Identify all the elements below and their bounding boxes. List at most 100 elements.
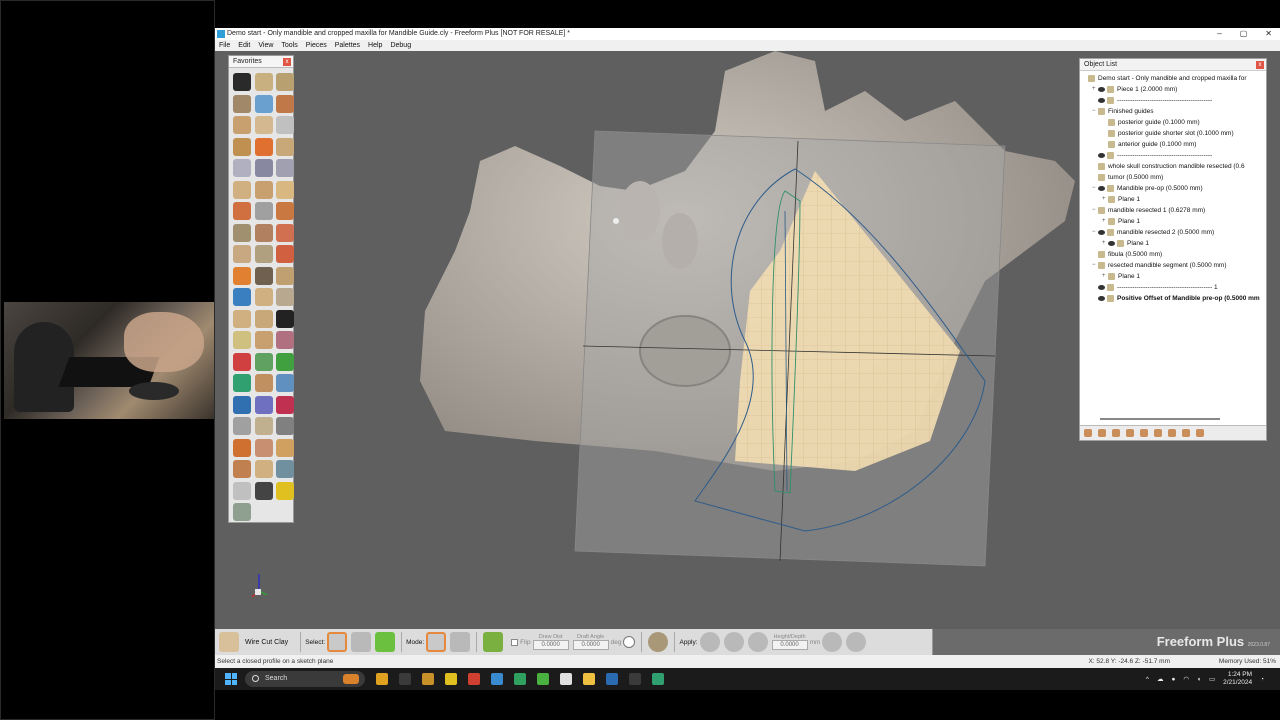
favorite-tool-icon[interactable] [276, 180, 294, 199]
menu-tools[interactable]: Tools [281, 40, 297, 51]
favorite-tool-icon[interactable] [233, 137, 251, 156]
taskbar-app-icon[interactable] [606, 673, 618, 685]
object-list-item[interactable]: + Plane 1 [1082, 271, 1266, 282]
taskbar-app-icon[interactable] [468, 673, 480, 685]
draw-dist-field[interactable]: 0.0000 [532, 640, 569, 650]
favorite-tool-icon[interactable] [276, 223, 294, 242]
favorite-tool-icon[interactable] [254, 374, 273, 392]
apply-emboss-button[interactable] [747, 632, 768, 652]
favorite-tool-icon[interactable] [276, 159, 294, 177]
favorite-tool-icon[interactable] [233, 245, 251, 263]
play-button[interactable] [623, 636, 636, 648]
ol-tool-icon[interactable] [1140, 429, 1148, 437]
taskbar-app-icon[interactable] [652, 673, 664, 685]
object-list-item[interactable]: ----------------------------------------… [1082, 95, 1266, 106]
favorite-tool-icon[interactable] [254, 223, 273, 242]
favorite-tool-icon[interactable] [254, 159, 273, 177]
favorite-tool-icon[interactable] [276, 395, 294, 414]
height-depth-field[interactable]: 0.0000 [771, 640, 808, 650]
menu-help[interactable]: Help [368, 40, 382, 51]
visibility-eye-icon[interactable] [1098, 285, 1105, 290]
favorite-tool-icon[interactable] [276, 331, 294, 349]
favorite-tool-icon[interactable] [276, 288, 294, 306]
taskbar-app-icon[interactable] [560, 673, 572, 685]
favorite-tool-icon[interactable] [233, 395, 251, 414]
minimize-button[interactable]: – [1217, 28, 1221, 40]
ol-tool-icon[interactable] [1084, 429, 1092, 437]
taskbar-clock[interactable]: 1:24 PM 2/21/2024 [1223, 671, 1252, 687]
object-list-item[interactable]: + Plane 1 [1082, 238, 1266, 249]
ol-tool-icon[interactable] [1126, 429, 1134, 437]
favorite-tool-icon[interactable] [254, 180, 273, 199]
favorite-tool-icon[interactable] [276, 245, 294, 263]
favorite-tool-icon[interactable] [254, 94, 273, 113]
apply-carve-button[interactable] [723, 632, 744, 652]
favorite-tool-icon[interactable] [276, 309, 294, 328]
object-list-item[interactable]: fibula (0.5000 mm) [1082, 249, 1266, 260]
favorite-tool-icon[interactable] [254, 266, 273, 285]
favorite-tool-icon[interactable] [233, 288, 251, 306]
object-list-item[interactable]: whole skull construction mandible resect… [1082, 161, 1266, 172]
object-list-item[interactable]: ----------------------------------------… [1082, 282, 1266, 293]
visibility-eye-icon[interactable] [1098, 87, 1105, 92]
object-list-close-button[interactable]: x [1256, 61, 1264, 69]
favorite-tool-icon[interactable] [233, 503, 251, 521]
notifications-icon[interactable]: ◔ [1260, 676, 1264, 683]
menu-palettes[interactable]: Palettes [335, 40, 360, 51]
select-profile-button[interactable] [327, 632, 348, 652]
favorite-tool-icon[interactable] [254, 352, 273, 371]
taskbar-app-icon[interactable] [514, 673, 526, 685]
favorite-tool-icon[interactable] [254, 417, 273, 435]
menu-pieces[interactable]: Pieces [306, 40, 327, 51]
favorite-tool-icon[interactable] [254, 288, 273, 306]
apply-cancel-button[interactable] [846, 632, 867, 652]
close-button[interactable]: ✕ [1265, 28, 1272, 40]
favorite-tool-icon[interactable] [254, 116, 273, 134]
favorite-tool-icon[interactable] [254, 202, 273, 220]
favorite-tool-icon[interactable] [276, 116, 294, 134]
next-arrow-button[interactable] [375, 632, 396, 652]
network-icon[interactable]: ◠ [1183, 675, 1189, 683]
favorite-tool-icon[interactable] [254, 460, 273, 478]
apply-cut-button[interactable] [699, 632, 720, 652]
chevron-up-icon[interactable]: ^ [1146, 676, 1149, 683]
favorite-tool-icon[interactable] [276, 202, 294, 220]
favorite-tool-icon[interactable] [233, 438, 251, 457]
favorite-tool-icon[interactable] [276, 460, 294, 478]
favorite-tool-icon[interactable] [254, 73, 273, 91]
menu-debug[interactable]: Debug [390, 40, 411, 51]
object-list-item[interactable]: − resected mandible segment (0.5000 mm) [1082, 260, 1266, 271]
favorite-tool-icon[interactable] [276, 94, 294, 113]
visibility-eye-icon[interactable] [1098, 186, 1105, 191]
favorite-tool-icon[interactable] [276, 352, 294, 371]
taskbar-app-icon[interactable] [445, 673, 457, 685]
favorite-tool-icon[interactable] [276, 137, 294, 156]
object-list-item[interactable]: + Plane 1 [1082, 216, 1266, 227]
mode-cut-button[interactable] [426, 632, 447, 652]
favorite-tool-icon[interactable] [233, 223, 251, 242]
start-button-icon[interactable] [225, 673, 237, 685]
menu-view[interactable]: View [258, 40, 273, 51]
object-list-item[interactable]: posterior guide shorter slot (0.1000 mm) [1082, 128, 1266, 139]
taskbar-app-icon[interactable] [399, 673, 411, 685]
microphone-icon[interactable]: ● [1171, 676, 1175, 683]
select-plane-button[interactable] [351, 632, 372, 652]
clay-icon[interactable] [648, 632, 669, 652]
favorite-tool-icon[interactable] [254, 245, 273, 263]
favorite-tool-icon[interactable] [276, 266, 294, 285]
object-list-item[interactable]: ----------------------------------------… [1082, 150, 1266, 161]
ol-tool-icon[interactable] [1182, 429, 1190, 437]
taskbar-app-icon[interactable] [491, 673, 503, 685]
visibility-eye-icon[interactable] [1098, 230, 1105, 235]
object-list-item[interactable]: − Finished guides [1082, 106, 1266, 117]
visibility-eye-icon[interactable] [1098, 98, 1105, 103]
favorite-tool-icon[interactable] [233, 94, 251, 113]
object-list-scrollbar[interactable] [1100, 418, 1220, 420]
favorite-tool-icon[interactable] [233, 159, 251, 177]
favorite-tool-icon[interactable] [233, 309, 251, 328]
cloud-icon[interactable]: ☁ [1157, 675, 1164, 683]
favorite-tool-icon[interactable] [233, 266, 251, 285]
favorite-tool-icon[interactable] [233, 352, 251, 371]
ol-tool-icon[interactable] [1154, 429, 1162, 437]
favorite-tool-icon[interactable] [276, 73, 294, 91]
